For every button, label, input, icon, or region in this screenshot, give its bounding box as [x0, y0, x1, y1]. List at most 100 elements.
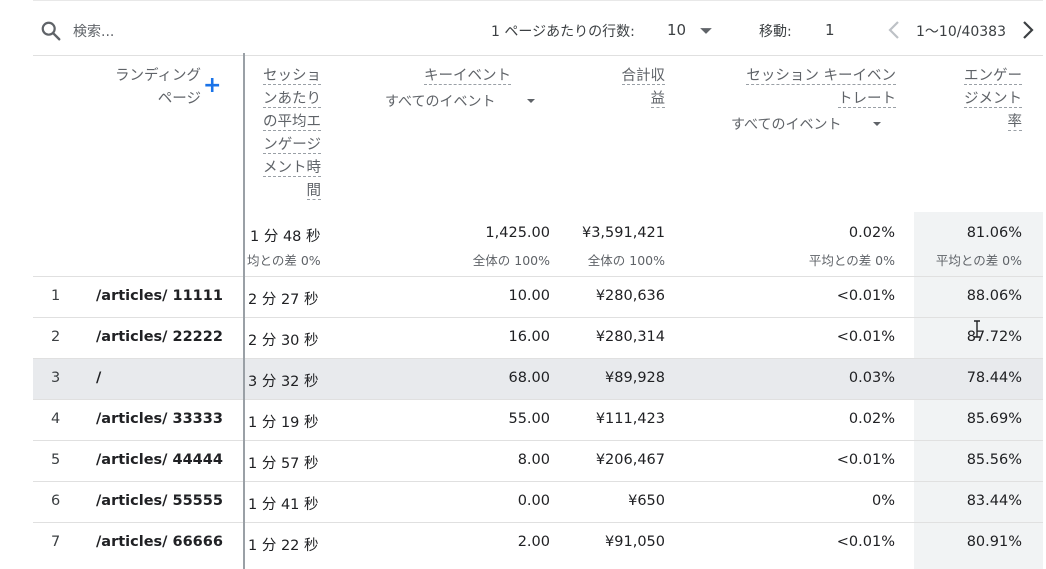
- pagination-range: 1〜10/40383: [916, 24, 1006, 40]
- chevron-down-icon[interactable]: [699, 24, 713, 38]
- row-number: 5: [51, 452, 61, 468]
- header-landing-page-line2: ページ: [157, 91, 201, 107]
- key-event-rate-cell: <0.01%: [836, 288, 895, 304]
- header-text: ジメント: [964, 91, 1022, 108]
- engagement-rate-cell: 83.44%: [966, 493, 1022, 509]
- header-text: キーイベント: [424, 68, 511, 85]
- total-avg-engagement: 1 分 48 秒: [250, 229, 321, 245]
- key-event-filter[interactable]: すべてのイベント: [385, 91, 495, 111]
- row-number: 7: [51, 534, 61, 550]
- header-text: ンゲージ: [263, 137, 321, 154]
- table-row[interactable]: 6 /articles/ 55555 1 分 41 秒 0.00 ¥650 0%…: [33, 481, 1043, 523]
- header-key-event[interactable]: キーイベント: [383, 65, 511, 88]
- landing-page-link[interactable]: /articles/ 22222: [96, 329, 223, 345]
- landing-page-link[interactable]: /articles/ 33333: [96, 411, 223, 427]
- landing-page-link[interactable]: /articles/ 11111: [96, 288, 223, 304]
- rows-per-page-select[interactable]: 10: [667, 21, 686, 39]
- key-event-rate-cell: 0.02%: [848, 411, 895, 427]
- total-engagement-rate: 81.06%: [966, 225, 1022, 241]
- header-text: 率: [1007, 114, 1022, 131]
- avg-engagement-cell: 1 分 57 秒: [248, 456, 319, 472]
- chevron-left-icon[interactable]: [884, 18, 904, 42]
- header-text: セッショ: [263, 68, 321, 85]
- revenue-cell: ¥206,467: [595, 452, 665, 468]
- avg-engagement-cell: 1 分 19 秒: [248, 415, 319, 431]
- header-text: ンあたり: [263, 91, 321, 108]
- avg-engagement-cell: 1 分 22 秒: [248, 538, 319, 554]
- avg-engagement-cell: 2 分 30 秒: [248, 333, 319, 349]
- engagement-rate-cell: 85.69%: [966, 411, 1022, 427]
- frozen-column-divider[interactable]: [243, 53, 245, 569]
- header-text: セッション キーイベン: [746, 68, 896, 85]
- total-avg-engagement-sub: 均との差 0%: [247, 253, 321, 268]
- header-text: トレート: [838, 91, 896, 108]
- engagement-rate-cell: 88.06%: [966, 288, 1022, 304]
- key-events-cell: 10.00: [508, 288, 550, 304]
- engagement-rate-cell: 80.91%: [966, 534, 1022, 550]
- text-cursor-icon: [974, 320, 980, 338]
- search-icon[interactable]: [40, 20, 62, 42]
- revenue-cell: ¥650: [628, 493, 665, 509]
- landing-page-link[interactable]: /articles/ 55555: [96, 493, 223, 509]
- header-key-event-rate[interactable]: セッション キーイベン トレート: [713, 65, 896, 111]
- table-row[interactable]: 3 / 3 分 32 秒 68.00 ¥89,928 0.03% 78.44%: [33, 358, 1043, 400]
- engagement-rate-cell: 85.56%: [966, 452, 1022, 468]
- row-number: 2: [51, 329, 61, 345]
- header-text: 益: [650, 91, 665, 108]
- table-row[interactable]: 4 /articles/ 33333 1 分 19 秒 55.00 ¥111,4…: [33, 399, 1043, 441]
- total-key-event-rate-sub: 平均との差 0%: [808, 253, 895, 268]
- revenue-cell: ¥91,050: [605, 534, 665, 550]
- header-engagement-rate[interactable]: エンゲー ジメント 率: [943, 65, 1022, 134]
- row-number: 4: [51, 411, 61, 427]
- header-avg-engagement-time[interactable]: セッショ ンあたり の平均エ ンゲージ メント時 間: [251, 65, 321, 203]
- key-event-rate-filter[interactable]: すべてのイベント: [731, 114, 841, 134]
- page-jump-input[interactable]: 1: [825, 21, 835, 39]
- revenue-cell: ¥111,423: [595, 411, 665, 427]
- table-toolbar: 検索... 1 ページあたりの行数: 10 移動: 1 1〜10/40383: [33, 0, 1043, 56]
- landing-page-link[interactable]: /: [96, 370, 101, 386]
- avg-engagement-cell: 2 分 27 秒: [248, 292, 319, 308]
- total-key-events: 1,425.00: [485, 225, 550, 241]
- revenue-cell: ¥280,636: [595, 288, 665, 304]
- key-event-rate-cell: 0.03%: [848, 370, 895, 386]
- header-text: 間: [306, 183, 321, 200]
- table-row[interactable]: 1 /articles/ 11111 2 分 27 秒 10.00 ¥280,6…: [33, 276, 1043, 318]
- report-table: 検索... 1 ページあたりの行数: 10 移動: 1 1〜10/40383 ラ…: [33, 0, 1043, 569]
- total-engagement-rate-sub: 平均との差 0%: [935, 253, 1022, 268]
- key-event-rate-cell: <0.01%: [836, 452, 895, 468]
- total-key-events-sub: 全体の 100%: [472, 253, 550, 268]
- key-event-rate-cell: 0%: [871, 493, 895, 509]
- avg-engagement-cell: 1 分 41 秒: [248, 497, 319, 513]
- row-number: 6: [51, 493, 61, 509]
- header-text: メント時: [263, 160, 321, 177]
- revenue-cell: ¥89,928: [605, 370, 665, 386]
- landing-page-link[interactable]: /articles/ 44444: [96, 452, 223, 468]
- header-landing-page[interactable]: ランディング ページ: [93, 65, 201, 111]
- table-row[interactable]: 5 /articles/ 44444 1 分 57 秒 8.00 ¥206,46…: [33, 440, 1043, 482]
- chevron-down-icon[interactable]: [525, 95, 537, 107]
- engagement-rate-cell: 78.44%: [966, 370, 1022, 386]
- header-landing-page-line1: ランディング: [115, 68, 201, 84]
- table-row[interactable]: 2 /articles/ 22222 2 分 30 秒 16.00 ¥280,3…: [33, 317, 1043, 359]
- avg-engagement-cell: 3 分 32 秒: [248, 374, 319, 390]
- chevron-down-icon[interactable]: [871, 118, 883, 130]
- header-text: 合計収: [621, 68, 665, 85]
- move-label: 移動:: [759, 24, 792, 40]
- key-events-cell: 0.00: [517, 493, 550, 509]
- add-dimension-button[interactable]: +: [203, 75, 221, 97]
- key-event-rate-cell: <0.01%: [836, 534, 895, 550]
- table-row[interactable]: 7 /articles/ 66666 1 分 22 秒 2.00 ¥91,050…: [33, 522, 1043, 564]
- header-text: の平均エ: [263, 114, 321, 131]
- landing-page-link[interactable]: /articles/ 66666: [96, 534, 223, 550]
- key-events-cell: 16.00: [508, 329, 550, 345]
- header-text: エンゲー: [964, 68, 1022, 85]
- search-input[interactable]: 検索...: [73, 21, 114, 41]
- header-total-revenue[interactable]: 合計収 益: [593, 65, 665, 111]
- chevron-right-icon[interactable]: [1018, 18, 1038, 42]
- key-event-rate-cell: <0.01%: [836, 329, 895, 345]
- rows-per-page-label: 1 ページあたりの行数:: [491, 24, 635, 40]
- key-events-cell: 68.00: [508, 370, 550, 386]
- total-key-event-rate: 0.02%: [848, 225, 895, 241]
- row-number: 1: [51, 288, 61, 304]
- key-events-cell: 8.00: [517, 452, 550, 468]
